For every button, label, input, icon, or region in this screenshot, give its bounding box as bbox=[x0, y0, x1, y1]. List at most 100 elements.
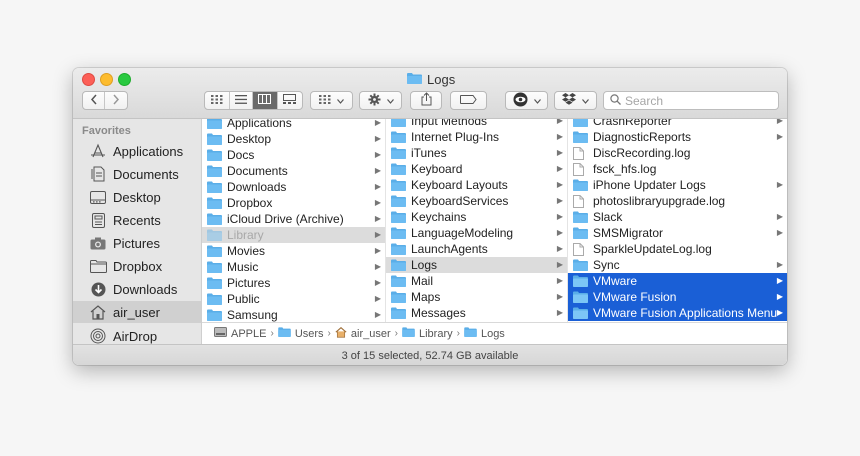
list-item[interactable]: Movies ▶ bbox=[202, 243, 385, 259]
item-label: Logs bbox=[411, 258, 438, 272]
sidebar-item-applications[interactable]: Applications bbox=[73, 140, 201, 162]
list-item[interactable]: Mail ▶ bbox=[386, 273, 567, 289]
path-crumb-label: APPLE bbox=[231, 327, 267, 340]
folder-icon bbox=[573, 227, 588, 239]
tags-button[interactable] bbox=[450, 91, 487, 110]
gallery-view-button[interactable] bbox=[278, 92, 302, 109]
close-button[interactable] bbox=[82, 73, 95, 86]
sidebar-item-label: air_user bbox=[113, 304, 160, 320]
search-input[interactable] bbox=[625, 93, 765, 108]
status-text: 3 of 15 selected, 52.74 GB available bbox=[341, 349, 519, 362]
list-item[interactable]: Public ▶ bbox=[202, 291, 385, 307]
list-item[interactable]: CrashReporter ▶ bbox=[568, 119, 787, 129]
list-item[interactable]: iTunes ▶ bbox=[386, 145, 567, 161]
list-item-selected[interactable]: VMware Fusion ▶ bbox=[568, 289, 787, 305]
list-item[interactable]: DiagnosticReports ▶ bbox=[568, 129, 787, 145]
list-item-selected[interactable]: Logs ▶ bbox=[386, 257, 567, 273]
list-item[interactable]: Samsung ▶ bbox=[202, 307, 385, 323]
disclosure-arrow-icon: ▶ bbox=[776, 132, 783, 141]
list-view-button[interactable] bbox=[230, 92, 254, 109]
disclosure-arrow-icon: ▶ bbox=[556, 228, 563, 237]
sidebar-item-desktop[interactable]: Desktop bbox=[73, 186, 201, 208]
list-item-selected[interactable]: VMware ▶ bbox=[568, 273, 787, 289]
item-label: VMware Fusion bbox=[593, 290, 677, 304]
list-item[interactable]: iPhone Updater Logs ▶ bbox=[568, 177, 787, 193]
list-item-selected[interactable]: Library ▶ bbox=[202, 227, 385, 243]
list-item[interactable]: Applications ▶ bbox=[202, 119, 385, 131]
list-item[interactable]: Sync ▶ bbox=[568, 257, 787, 273]
list-item[interactable]: Documents ▶ bbox=[202, 163, 385, 179]
folder-icon bbox=[391, 307, 406, 319]
path-crumb-users[interactable]: Users bbox=[278, 327, 324, 340]
disclosure-arrow-icon: ▶ bbox=[776, 308, 783, 317]
item-label: fsck_hfs.log bbox=[593, 162, 657, 176]
share-button[interactable] bbox=[410, 91, 442, 110]
list-item[interactable]: Desktop ▶ bbox=[202, 131, 385, 147]
sidebar-item-dropbox[interactable]: Dropbox bbox=[73, 255, 201, 277]
sidebar-item-downloads[interactable]: Downloads bbox=[73, 278, 201, 300]
list-item[interactable]: Slack ▶ bbox=[568, 209, 787, 225]
item-label: Mail bbox=[411, 274, 434, 288]
list-item[interactable]: Docs ▶ bbox=[202, 147, 385, 163]
disclosure-arrow-icon: ▶ bbox=[556, 164, 563, 173]
sidebar-item-home[interactable]: air_user bbox=[73, 301, 201, 323]
list-item[interactable]: SparkleUpdateLog.log bbox=[568, 241, 787, 257]
document-icon bbox=[573, 194, 588, 208]
list-item-selected[interactable]: VMware Fusion Applications Menu ▶ bbox=[568, 305, 787, 321]
list-item[interactable]: Pictures ▶ bbox=[202, 275, 385, 291]
list-item[interactable]: LaunchAgents ▶ bbox=[386, 241, 567, 257]
back-button[interactable] bbox=[83, 92, 106, 109]
item-label: Desktop bbox=[227, 132, 272, 146]
folder-outline-icon bbox=[89, 257, 107, 275]
list-item[interactable]: Internet Plug-Ins ▶ bbox=[386, 129, 567, 145]
list-item[interactable]: Dropbox ▶ bbox=[202, 195, 385, 211]
action-menu-button[interactable] bbox=[359, 91, 402, 110]
disclosure-arrow-icon: ▶ bbox=[374, 166, 381, 175]
list-item[interactable]: SMSMigrator ▶ bbox=[568, 225, 787, 241]
sidebar-item-pictures[interactable]: Pictures bbox=[73, 232, 201, 254]
list-item[interactable]: Maps ▶ bbox=[386, 289, 567, 305]
sidebar-item-label: Downloads bbox=[113, 281, 178, 297]
list-item[interactable]: Keychains ▶ bbox=[386, 209, 567, 225]
list-item[interactable]: Input Methods ▶ bbox=[386, 119, 567, 129]
chevron-down-icon bbox=[337, 95, 344, 107]
quick-look-menu-button[interactable] bbox=[505, 91, 548, 110]
list-item[interactable]: Keyboard Layouts ▶ bbox=[386, 177, 567, 193]
search-field[interactable] bbox=[603, 91, 779, 110]
list-item[interactable]: Downloads ▶ bbox=[202, 179, 385, 195]
column-view-button[interactable] bbox=[253, 92, 278, 109]
group-grid-icon bbox=[319, 94, 331, 107]
path-crumb-home[interactable]: air_user bbox=[335, 326, 391, 341]
group-by-button[interactable] bbox=[310, 91, 353, 110]
list-item[interactable]: Keyboard ▶ bbox=[386, 161, 567, 177]
item-label: Messages bbox=[411, 306, 466, 320]
document-icon bbox=[573, 162, 588, 176]
item-label: Dropbox bbox=[227, 196, 273, 210]
list-item[interactable]: DiscRecording.log bbox=[568, 145, 787, 161]
sidebar-item-documents[interactable]: Documents bbox=[73, 163, 201, 185]
list-item[interactable]: LanguageModeling ▶ bbox=[386, 225, 567, 241]
path-crumb-disk[interactable]: APPLE bbox=[214, 327, 266, 340]
list-item[interactable]: Music ▶ bbox=[202, 259, 385, 275]
gear-icon bbox=[368, 93, 381, 109]
item-label: Movies bbox=[227, 244, 266, 258]
disclosure-arrow-icon: ▶ bbox=[374, 214, 381, 223]
folder-icon bbox=[207, 165, 222, 177]
path-crumb-logs[interactable]: Logs bbox=[464, 327, 505, 340]
list-item[interactable]: KeyboardServices ▶ bbox=[386, 193, 567, 209]
list-item[interactable]: photoslibraryupgrade.log bbox=[568, 193, 787, 209]
minimize-button[interactable] bbox=[100, 73, 113, 86]
sidebar-item-recents[interactable]: Recents bbox=[73, 209, 201, 231]
list-item[interactable]: fsck_hfs.log bbox=[568, 161, 787, 177]
item-label: Applications bbox=[227, 119, 292, 130]
list-item[interactable]: iCloud Drive (Archive) ▶ bbox=[202, 211, 385, 227]
icon-view-button[interactable] bbox=[205, 92, 230, 109]
path-crumb-library[interactable]: Library bbox=[402, 327, 453, 340]
disclosure-arrow-icon: ▶ bbox=[374, 262, 381, 271]
zoom-button[interactable] bbox=[118, 73, 131, 86]
applications-icon bbox=[89, 142, 107, 160]
forward-button[interactable] bbox=[105, 92, 127, 109]
item-label: Keychains bbox=[411, 210, 467, 224]
list-item[interactable]: Messages ▶ bbox=[386, 305, 567, 321]
dropbox-menu-button[interactable] bbox=[554, 91, 597, 110]
